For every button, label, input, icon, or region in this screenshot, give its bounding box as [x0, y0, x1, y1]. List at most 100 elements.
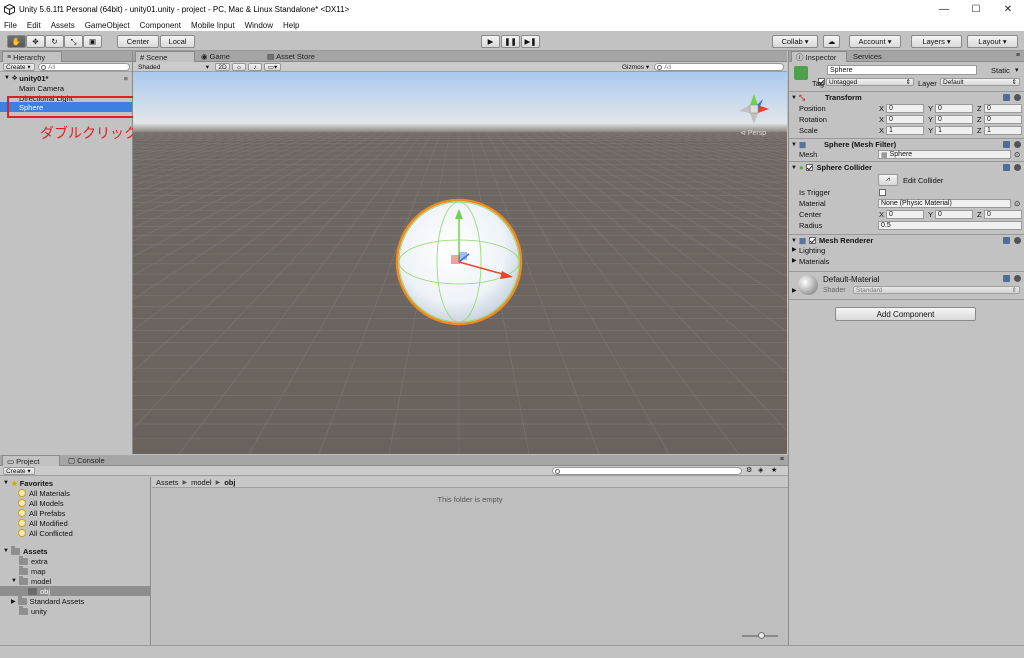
- lighting-foldout[interactable]: ▶ Lighting: [789, 245, 1024, 256]
- menu-edit[interactable]: Edit: [27, 21, 41, 30]
- folder-standard-assets[interactable]: ▶ Standard Assets: [11, 595, 84, 606]
- tab-asset-store[interactable]: ▤ Asset Store: [263, 51, 343, 62]
- search-by-type-icon[interactable]: ⚙: [746, 466, 752, 474]
- sphere-collider-header[interactable]: ▼ ● Sphere Collider: [789, 161, 1024, 173]
- hierarchy-item-main-camera[interactable]: Main Camera: [0, 83, 132, 93]
- scene-search-input[interactable]: All: [654, 63, 784, 71]
- physic-material-field[interactable]: None (Physic Material): [878, 199, 1011, 208]
- step-button[interactable]: ▶❚: [521, 35, 540, 48]
- favorites-header[interactable]: ▼ ★ Favorites: [3, 478, 53, 488]
- fav-all-conflicted[interactable]: All Conflicted: [18, 528, 73, 538]
- maximize-button[interactable]: ☐: [960, 0, 992, 19]
- scene-viewport[interactable]: ⊲ Persp: [133, 72, 787, 454]
- project-create-button[interactable]: Create ▾: [3, 467, 35, 475]
- help-icon[interactable]: [1003, 237, 1010, 244]
- menu-window[interactable]: Window: [245, 21, 273, 30]
- object-picker-icon[interactable]: ⊙: [1014, 150, 1020, 159]
- center-x-field[interactable]: 0: [886, 210, 924, 219]
- breadcrumb-model[interactable]: model: [191, 478, 211, 487]
- scene-root-row[interactable]: ▼ ⟡ unity01* ≡: [0, 73, 132, 83]
- scale-tool-icon[interactable]: ⤡: [64, 35, 83, 48]
- scale-z-field[interactable]: 1: [984, 126, 1022, 135]
- gear-icon[interactable]: [1014, 164, 1021, 171]
- scale-x-field[interactable]: 1: [886, 126, 924, 135]
- position-y-field[interactable]: 0: [935, 104, 973, 113]
- add-component-button[interactable]: Add Component: [835, 307, 976, 321]
- rect-tool-icon[interactable]: ▣: [83, 35, 102, 48]
- center-y-field[interactable]: 0: [935, 210, 973, 219]
- rotation-y-field[interactable]: 0: [935, 115, 973, 124]
- tab-project[interactable]: ▭ Project: [2, 455, 60, 466]
- breadcrumb-assets[interactable]: Assets: [156, 478, 179, 487]
- account-dropdown[interactable]: Account ▾: [849, 35, 901, 48]
- layout-dropdown[interactable]: Layout ▾: [967, 35, 1018, 48]
- pivot-center-button[interactable]: Center: [117, 35, 159, 48]
- scene-options-icon[interactable]: ≡: [124, 74, 128, 83]
- tab-scene[interactable]: # Scene: [135, 51, 195, 62]
- hierarchy-search-input[interactable]: All: [38, 63, 130, 71]
- move-tool-icon[interactable]: ✥: [26, 35, 45, 48]
- panel-menu-icon[interactable]: ≡: [1016, 52, 1020, 59]
- cloud-icon[interactable]: ☁: [823, 35, 840, 48]
- position-x-field[interactable]: 0: [886, 104, 924, 113]
- is-trigger-checkbox[interactable]: [879, 189, 886, 196]
- layer-dropdown[interactable]: Default ⇕: [940, 78, 1020, 86]
- menu-assets[interactable]: Assets: [51, 21, 75, 30]
- help-icon[interactable]: [1003, 164, 1010, 171]
- pause-button[interactable]: ❚❚: [501, 35, 520, 48]
- renderer-enabled-checkbox[interactable]: [809, 237, 817, 244]
- fav-all-models[interactable]: All Models: [18, 498, 64, 508]
- folder-map[interactable]: map: [19, 565, 46, 576]
- help-icon[interactable]: [1003, 141, 1010, 148]
- gear-icon[interactable]: [1014, 141, 1021, 148]
- close-button[interactable]: ✕: [992, 0, 1024, 19]
- gear-icon[interactable]: [1014, 94, 1021, 101]
- icon-size-slider[interactable]: [742, 632, 778, 639]
- tab-services[interactable]: Services: [849, 51, 889, 62]
- breadcrumb-obj[interactable]: obj: [224, 478, 235, 487]
- 2d-toggle-button[interactable]: 2D: [215, 63, 230, 71]
- minimize-button[interactable]: —: [928, 0, 960, 19]
- gear-icon[interactable]: [1014, 275, 1021, 282]
- rotation-x-field[interactable]: 0: [886, 115, 924, 124]
- fav-all-prefabs[interactable]: All Prefabs: [18, 508, 65, 518]
- project-search-input[interactable]: [552, 467, 742, 475]
- collapse-arrow-icon[interactable]: ▶: [792, 287, 797, 294]
- hand-tool-icon[interactable]: ✋: [7, 35, 26, 48]
- menu-help[interactable]: Help: [283, 21, 299, 30]
- shading-mode-dropdown[interactable]: Shaded ▾: [136, 63, 211, 71]
- gizmos-dropdown[interactable]: Gizmos ▾: [620, 63, 652, 71]
- menu-gameobject[interactable]: GameObject: [85, 21, 130, 30]
- perspective-label[interactable]: ⊲ Persp: [740, 129, 766, 137]
- rotation-z-field[interactable]: 0: [984, 115, 1022, 124]
- slider-thumb[interactable]: [758, 632, 765, 639]
- collab-button[interactable]: Collab ▾: [772, 35, 818, 48]
- gear-icon[interactable]: [1014, 237, 1021, 244]
- layers-dropdown[interactable]: Layers ▾: [911, 35, 962, 48]
- edit-collider-button[interactable]: ⩘: [878, 174, 898, 186]
- menu-mobile-input[interactable]: Mobile Input: [191, 21, 235, 30]
- folder-obj[interactable]: obj: [0, 585, 150, 596]
- shader-dropdown[interactable]: Standard ⇕: [853, 286, 1020, 294]
- center-z-field[interactable]: 0: [984, 210, 1022, 219]
- mesh-field[interactable]: ▦ Sphere: [878, 150, 1011, 159]
- hierarchy-create-button[interactable]: Create ▾: [3, 63, 35, 71]
- panel-menu-icon[interactable]: ≡: [780, 456, 784, 463]
- scale-y-field[interactable]: 1: [935, 126, 973, 135]
- folder-extra[interactable]: extra: [19, 555, 48, 566]
- folder-unity[interactable]: unity: [19, 605, 47, 616]
- menu-file[interactable]: File: [4, 21, 17, 30]
- radius-field[interactable]: 0.5: [878, 221, 1022, 230]
- tab-inspector[interactable]: ⓘ Inspector: [791, 51, 847, 62]
- search-by-label-icon[interactable]: ◈: [758, 466, 763, 474]
- favorite-star-icon[interactable]: ★: [771, 466, 777, 474]
- lighting-toggle-icon[interactable]: ☼: [232, 63, 246, 71]
- pivot-local-button[interactable]: Local: [160, 35, 195, 48]
- object-name-field[interactable]: Sphere: [827, 65, 977, 75]
- audio-toggle-icon[interactable]: ♪: [248, 63, 262, 71]
- tab-console[interactable]: ▢ Console: [64, 455, 124, 466]
- position-z-field[interactable]: 0: [984, 104, 1022, 113]
- assets-root[interactable]: ▼ Assets: [3, 545, 48, 556]
- fav-all-modified[interactable]: All Modified: [18, 518, 68, 528]
- play-button[interactable]: ▶: [481, 35, 500, 48]
